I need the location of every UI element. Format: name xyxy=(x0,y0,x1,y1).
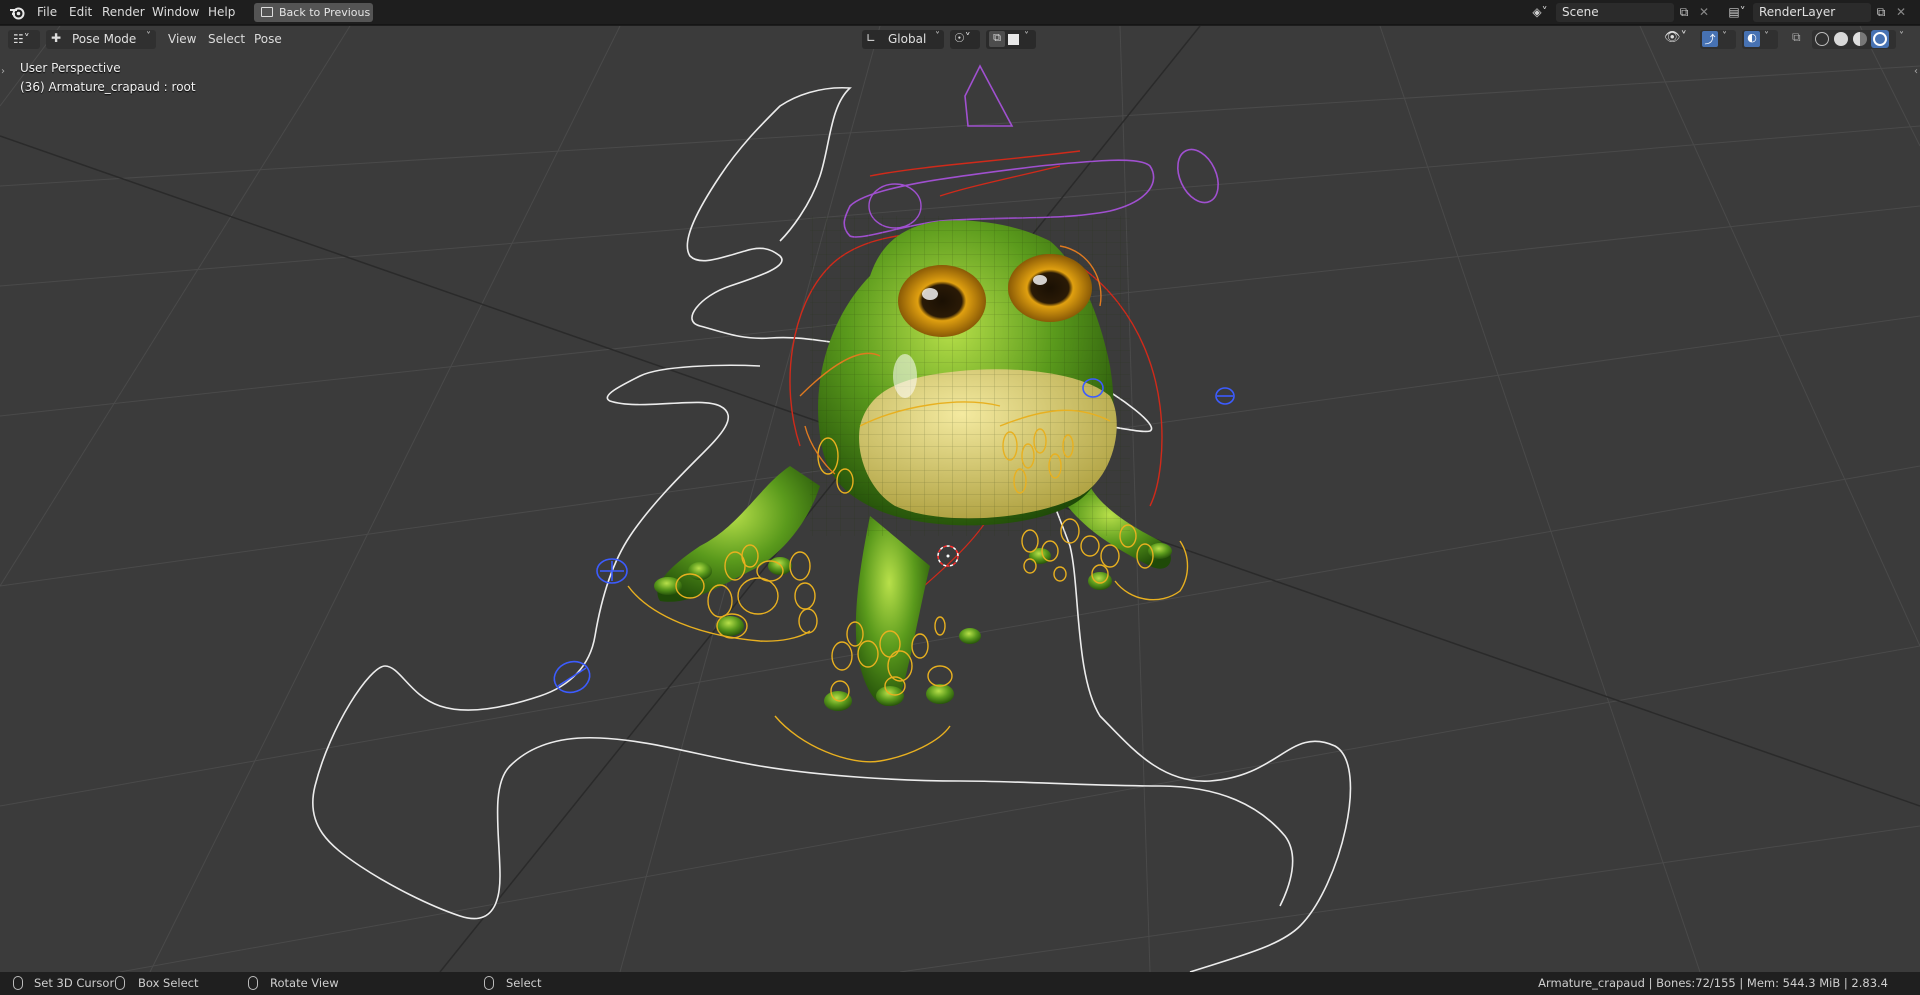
overlay-icon: ◐ xyxy=(1744,31,1760,47)
editor-type-icon: ☷˅ xyxy=(13,32,30,46)
menu-view[interactable]: View xyxy=(168,29,196,49)
scene-name-field[interactable]: Scene xyxy=(1556,3,1674,22)
menu-pose[interactable]: Pose xyxy=(254,29,282,49)
menu-window[interactable]: Window xyxy=(148,4,203,21)
status-info: Armature_crapaud | Bones:72/155 | Mem: 5… xyxy=(1538,976,1888,990)
3d-viewport[interactable]: User Perspective (36) Armature_crapaud :… xyxy=(0,26,1920,972)
snap-target-icon xyxy=(1008,34,1019,45)
new-scene-icon[interactable]: ⧉ xyxy=(1677,5,1691,19)
view-name-label: User Perspective xyxy=(20,61,121,75)
close-view-layer-icon[interactable]: ✕ xyxy=(1894,5,1908,19)
chevron-down-icon: ˅ xyxy=(935,31,940,42)
spine-control-red xyxy=(869,150,1081,197)
chevron-down-icon: ˅ xyxy=(1764,31,1769,42)
pivot-icon: ☉˅ xyxy=(954,31,971,45)
mode-selector[interactable]: ✚ Pose Mode ˅ xyxy=(46,30,156,49)
menu-file[interactable]: File xyxy=(33,4,61,21)
toolbar-expand-arrow[interactable]: › xyxy=(1,66,5,77)
view-layer-field[interactable]: RenderLayer xyxy=(1753,3,1871,22)
menu-help[interactable]: Help xyxy=(204,4,239,21)
pivot-selector[interactable]: ☉˅ xyxy=(950,30,980,49)
status-middle-click: Rotate View xyxy=(270,976,339,990)
gizmo-toggle[interactable]: ⤴ ˅ xyxy=(1700,30,1736,49)
overlay-toggle[interactable]: ◐ ˅ xyxy=(1742,30,1778,49)
status-bar: Set 3D Cursor Box Select Rotate View Sel… xyxy=(0,972,1920,995)
xray-icon[interactable]: ⧉ xyxy=(1792,30,1801,45)
back-to-previous-button[interactable]: Back to Previous xyxy=(254,3,373,22)
status-left-click: Set 3D Cursor xyxy=(34,976,115,990)
menu-render[interactable]: Render xyxy=(98,4,149,21)
top-menu-bar: File Edit Render Window Help Back to Pre… xyxy=(0,0,1920,25)
scene-name: Scene xyxy=(1562,5,1599,19)
mouse-middle-icon xyxy=(248,976,258,990)
shading-material-icon[interactable] xyxy=(1853,32,1867,46)
pose-mode-icon: ✚ xyxy=(51,31,62,45)
editor-type-selector[interactable]: ☷˅ xyxy=(8,30,40,49)
view-layer-icon[interactable]: ▤˅ xyxy=(1724,5,1750,19)
chevron-down-icon: ˅ xyxy=(1722,31,1727,42)
menu-edit[interactable]: Edit xyxy=(65,4,96,21)
mouse-left-icon xyxy=(13,976,23,990)
3d-cursor[interactable] xyxy=(937,545,959,567)
back-icon xyxy=(261,7,273,17)
mouse-drag-icon xyxy=(115,976,125,990)
status-drag: Box Select xyxy=(138,976,199,990)
head-control-tip xyxy=(964,64,1014,127)
status-right-click: Select xyxy=(506,976,542,990)
orientation-label: Global xyxy=(888,32,927,46)
shading-rendered-icon[interactable] xyxy=(1871,30,1889,48)
active-object-label: (36) Armature_crapaud : root xyxy=(20,80,196,94)
visibility-icon[interactable]: 👁˅ xyxy=(1664,30,1687,45)
viewport-canvas xyxy=(0,26,1920,972)
mode-label: Pose Mode xyxy=(72,32,137,46)
close-scene-icon[interactable]: ✕ xyxy=(1697,5,1711,19)
scene-icon[interactable]: ◈˅ xyxy=(1527,5,1553,19)
back-to-previous-label: Back to Previous xyxy=(279,6,371,19)
new-view-layer-icon[interactable]: ⧉ xyxy=(1874,5,1888,19)
blender-logo-icon[interactable] xyxy=(9,5,25,20)
snap-controls[interactable]: ⧉ ˅ xyxy=(986,30,1036,49)
frog-left-eye xyxy=(898,265,986,337)
sidebar-expand-arrow[interactable]: ‹ xyxy=(1914,66,1918,77)
view-layer-name: RenderLayer xyxy=(1759,5,1836,19)
frog-right-eye xyxy=(1008,254,1092,322)
orientation-selector[interactable]: ∟ Global ˅ xyxy=(862,30,944,49)
shading-wireframe-icon[interactable] xyxy=(1815,32,1829,46)
chevron-down-icon: ˅ xyxy=(146,31,151,42)
chevron-down-icon: ˅ xyxy=(1024,31,1029,42)
shading-solid-icon[interactable] xyxy=(1834,32,1848,46)
chevron-down-icon[interactable]: ˅ xyxy=(1899,31,1904,42)
menu-select[interactable]: Select xyxy=(208,29,245,49)
shading-modes[interactable] xyxy=(1812,30,1896,49)
mouse-right-icon xyxy=(484,976,494,990)
orientation-icon: ∟ xyxy=(866,31,877,45)
gizmo-icon: ⤴ xyxy=(1702,31,1718,47)
viewport-header: ☷˅ ✚ Pose Mode ˅ View Select Pose ∟ Glob… xyxy=(0,26,1920,52)
head-side-control xyxy=(1177,148,1219,204)
snap-icon: ⧉ xyxy=(989,31,1005,47)
